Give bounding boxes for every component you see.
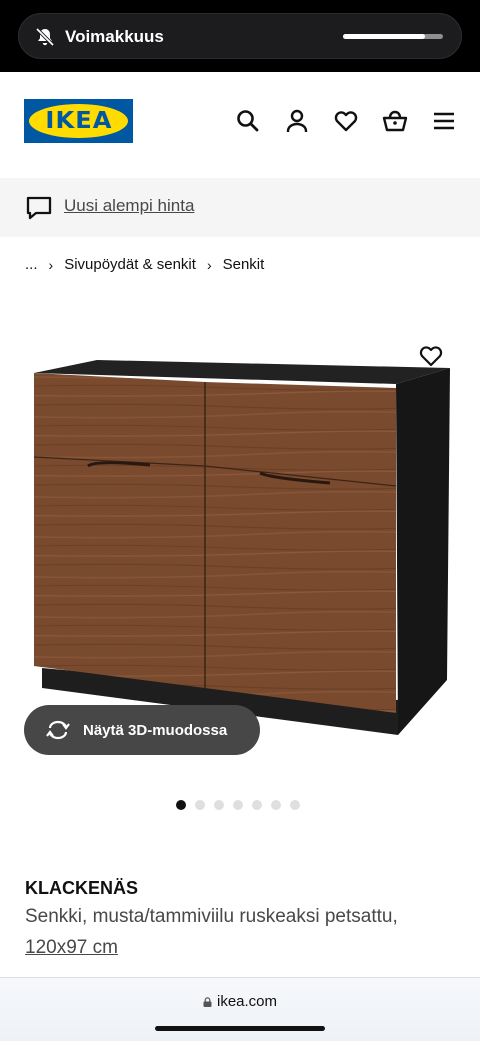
promo-banner: Uusi alempi hinta bbox=[0, 178, 480, 237]
product-name: KLACKENÄS bbox=[25, 878, 139, 898]
view-3d-button[interactable]: Näytä 3D-muodossa bbox=[24, 705, 260, 755]
lock-icon bbox=[203, 994, 212, 1007]
pagination-dot[interactable] bbox=[252, 800, 262, 810]
product-description: Senkki, musta/tammiviilu ruskeaksi petsa… bbox=[25, 906, 398, 927]
volume-indicator: Voimakkuus bbox=[18, 13, 462, 59]
add-to-favourites-icon[interactable] bbox=[418, 344, 444, 368]
breadcrumb: ... › Sivupöydät & senkit › Senkit bbox=[25, 256, 264, 273]
chat-bubble-icon bbox=[25, 195, 53, 221]
url-text: ikea.com bbox=[216, 993, 278, 1010]
browser-address-bar[interactable]: ikea.com bbox=[0, 977, 480, 1041]
pagination-dot[interactable] bbox=[271, 800, 281, 810]
home-indicator[interactable] bbox=[155, 1026, 325, 1031]
menu-icon[interactable] bbox=[431, 108, 457, 134]
product-dimensions-link[interactable]: 120x97 cm bbox=[25, 937, 118, 959]
product-image[interactable] bbox=[0, 330, 480, 750]
breadcrumb-sideboards[interactable]: Sivupöydät & senkit bbox=[64, 256, 196, 273]
status-bar: Voimakkuus bbox=[0, 0, 480, 72]
muted-bell-icon bbox=[34, 26, 56, 48]
favourites-icon[interactable] bbox=[333, 108, 359, 134]
site-header: IKEA bbox=[0, 72, 480, 178]
pagination-dot[interactable] bbox=[290, 800, 300, 810]
ikea-logo[interactable]: IKEA bbox=[24, 99, 133, 143]
pagination-dot[interactable] bbox=[176, 800, 186, 810]
lower-price-link[interactable]: Uusi alempi hinta bbox=[64, 196, 194, 216]
breadcrumb-ellipsis[interactable]: ... bbox=[25, 256, 38, 273]
view-3d-label: Näytä 3D-muodossa bbox=[83, 721, 228, 739]
volume-level bbox=[343, 34, 425, 39]
pagination-dot[interactable] bbox=[214, 800, 224, 810]
chevron-right-icon: › bbox=[206, 256, 212, 273]
account-icon[interactable] bbox=[284, 108, 310, 134]
pagination-dot[interactable] bbox=[195, 800, 205, 810]
logo-text: IKEA bbox=[44, 108, 113, 134]
pagination-dot[interactable] bbox=[233, 800, 243, 810]
rotate-3d-icon bbox=[44, 719, 72, 741]
chevron-right-icon: › bbox=[48, 256, 54, 273]
search-icon[interactable] bbox=[235, 108, 261, 134]
volume-label: Voimakkuus bbox=[65, 27, 164, 46]
volume-slider[interactable] bbox=[343, 34, 443, 39]
breadcrumb-sideboards-current[interactable]: Senkit bbox=[223, 256, 265, 273]
shopping-bag-icon[interactable] bbox=[382, 108, 408, 134]
image-pagination bbox=[176, 800, 300, 810]
